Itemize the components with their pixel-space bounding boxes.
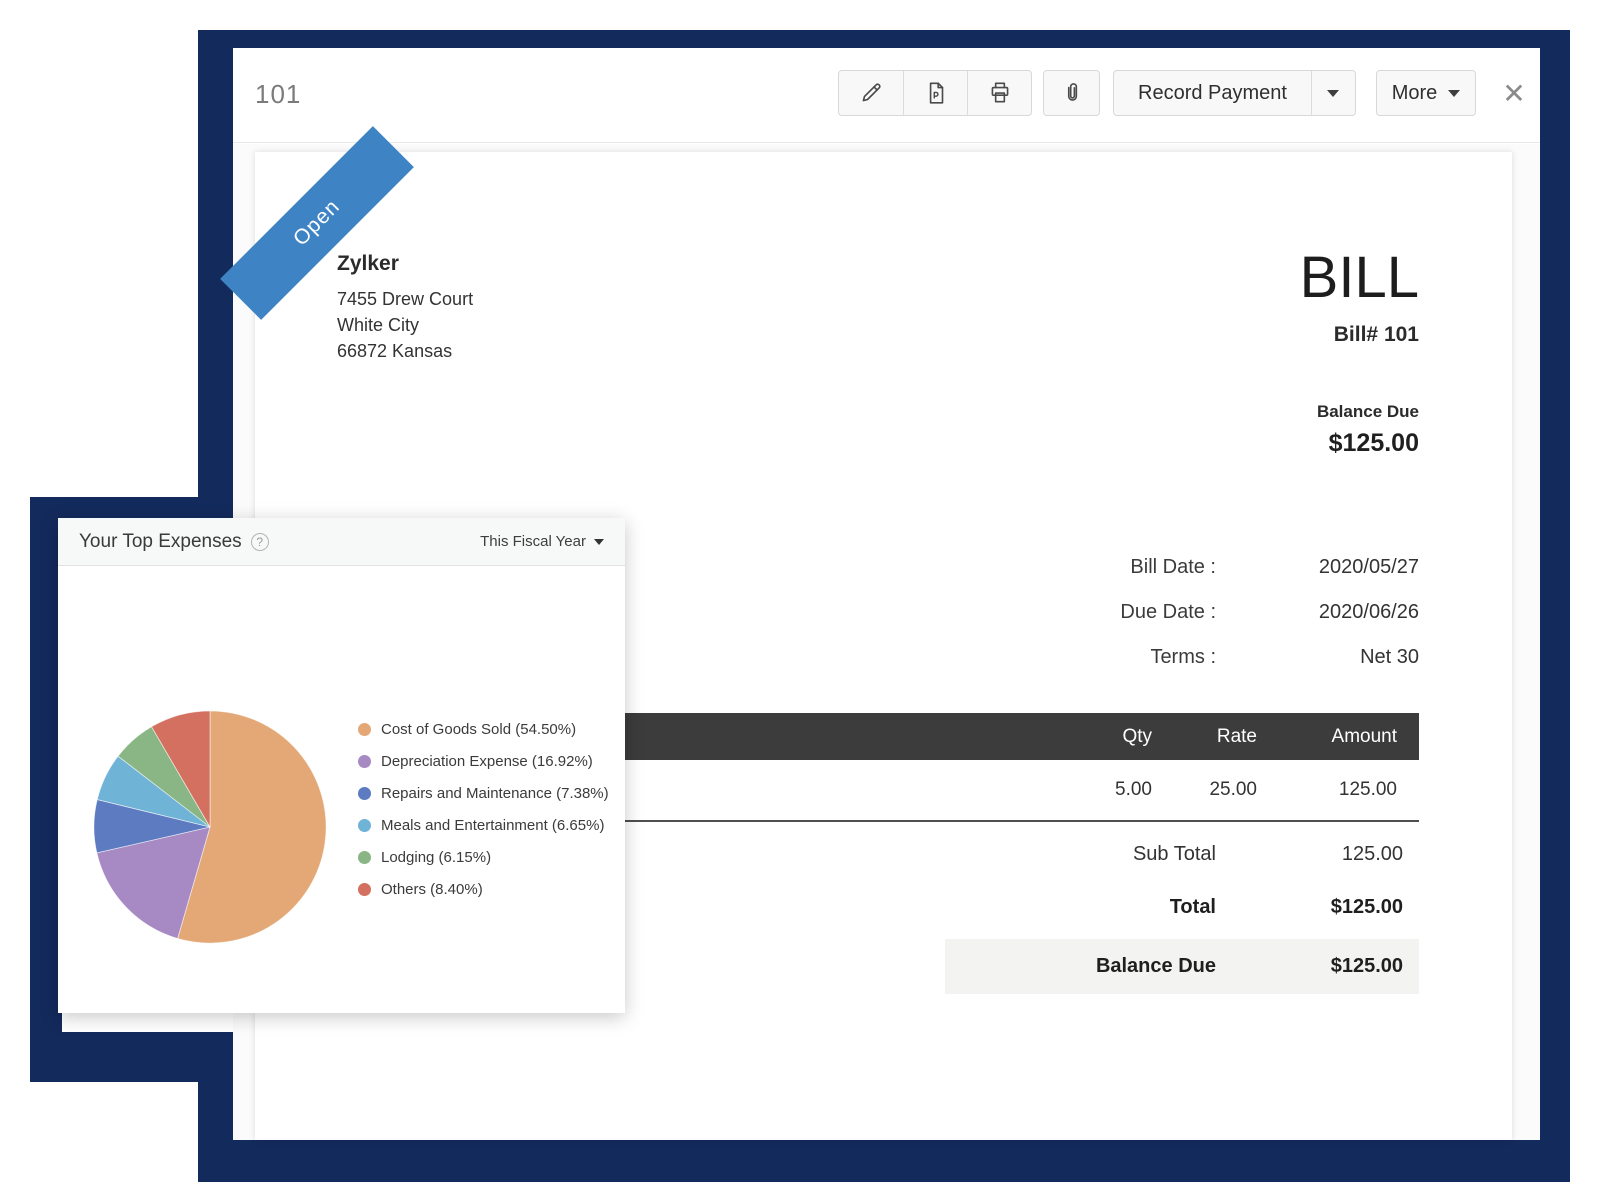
column-header-qty: Qty [1057,726,1152,748]
legend-label: Cost of Goods Sold (54.50%) [381,721,576,738]
vendor-name: Zylker [337,252,473,276]
record-payment-label[interactable]: Record Payment [1114,71,1311,115]
legend-label: Lodging (6.15%) [381,849,491,866]
legend-item: Lodging (6.15%) [358,841,609,873]
bill-detail-row: Bill Date :2020/05/27 [899,545,1419,590]
legend-item: Depreciation Expense (16.92%) [358,745,609,777]
bill-detail-row: Terms :Net 30 [899,635,1419,680]
legend-item: Others (8.40%) [358,873,609,905]
frame-edge [1540,30,1570,1182]
legend-swatch [358,819,371,832]
attachments-button[interactable] [1043,70,1100,116]
more-label: More [1392,82,1438,105]
bill-detail-label: Bill Date : [899,556,1216,579]
expenses-widget: Your Top Expenses ? This Fiscal Year Cos… [58,518,625,1013]
item-cell: 25.00 [1152,779,1257,801]
legend-swatch [358,755,371,768]
toolbar: 101 [233,48,1540,143]
bill-title: BILL [1300,248,1419,309]
frame-edge [198,30,1570,48]
caret-down-icon [594,539,604,545]
legend-item: Cost of Goods Sold (54.50%) [358,713,609,745]
total-value: $125.00 [1216,896,1403,919]
legend-swatch [358,851,371,864]
legend-item: Repairs and Maintenance (7.38%) [358,777,609,809]
pie-chart [91,708,329,946]
bill-detail-row: Due Date :2020/06/26 [899,590,1419,635]
vendor-address-line: White City [337,312,473,338]
item-cell: 5.00 [1057,779,1152,801]
total-value: 125.00 [1216,843,1403,866]
edit-button[interactable] [839,71,903,115]
vendor-address: 7455 Drew CourtWhite City66872 Kansas [337,286,473,364]
frame-edge [198,1082,233,1182]
pencil-icon [858,80,884,106]
frame-edge [198,1140,1570,1182]
legend-label: Meals and Entertainment (6.65%) [381,817,604,834]
close-icon: ✕ [1502,77,1525,110]
bill-detail-value: 2020/05/27 [1216,556,1419,579]
period-selector-label: This Fiscal Year [480,533,586,550]
document-actions-group [838,70,1032,116]
balance-due-value: $125.00 [1317,429,1419,458]
column-header-rate: Rate [1152,726,1257,748]
record-payment-button[interactable]: Record Payment [1113,70,1356,116]
export-pdf-button[interactable] [903,71,967,115]
bill-details: Bill Date :2020/05/27Due Date :2020/06/2… [899,545,1419,680]
printer-icon [987,80,1013,106]
paperclip-icon [1059,80,1085,106]
total-label: Balance Due [945,955,1216,978]
total-label: Sub Total [945,843,1216,866]
legend-swatch [358,883,371,896]
total-row-sub-total: Sub Total125.00 [945,828,1419,881]
frame-edge [30,1032,233,1082]
pdf-icon [923,80,949,106]
total-row-balance-due: Balance Due$125.00 [945,939,1419,994]
period-selector[interactable]: This Fiscal Year [480,533,604,550]
legend-swatch [358,787,371,800]
balance-due-block: Balance Due $125.00 [1317,402,1419,458]
widget-title: Your Top Expenses [79,531,242,553]
item-cell: 125.00 [1257,779,1397,801]
record-payment-dropdown[interactable] [1311,71,1355,115]
bill-detail-label: Terms : [899,646,1216,669]
document-number: 101 [255,79,301,110]
bill-detail-label: Due Date : [899,601,1216,624]
help-icon[interactable]: ? [251,533,269,551]
total-row-total: Total$125.00 [945,881,1419,934]
expenses-chart-body: Cost of Goods Sold (54.50%) Depreciation … [58,566,625,1012]
chart-legend: Cost of Goods Sold (54.50%) Depreciation … [358,713,609,905]
bill-detail-value: Net 30 [1216,646,1419,669]
totals-section: Sub Total125.00Total$125.00Balance Due$1… [945,828,1419,994]
vendor-block: Zylker 7455 Drew CourtWhite City66872 Ka… [337,252,473,364]
print-button[interactable] [967,71,1031,115]
legend-label: Repairs and Maintenance (7.38%) [381,785,609,802]
vendor-address-line: 66872 Kansas [337,338,473,364]
caret-down-icon [1327,90,1339,97]
bill-head: BILL Bill# 101 [1300,248,1419,347]
bill-detail-value: 2020/06/26 [1216,601,1419,624]
legend-label: Others (8.40%) [381,881,483,898]
column-header-amount: Amount [1257,726,1397,748]
balance-due-label: Balance Due [1317,402,1419,422]
legend-swatch [358,723,371,736]
status-ribbon-label: Open [289,195,345,251]
expenses-widget-header: Your Top Expenses ? This Fiscal Year [58,518,625,566]
legend-item: Meals and Entertainment (6.65%) [358,809,609,841]
more-button[interactable]: More [1376,70,1476,116]
legend-label: Depreciation Expense (16.92%) [381,753,593,770]
total-value: $125.00 [1216,955,1403,978]
bill-number: Bill# 101 [1300,323,1419,347]
total-label: Total [945,896,1216,919]
vendor-address-line: 7455 Drew Court [337,286,473,312]
caret-down-icon [1448,90,1460,97]
close-button[interactable]: ✕ [1491,70,1537,116]
